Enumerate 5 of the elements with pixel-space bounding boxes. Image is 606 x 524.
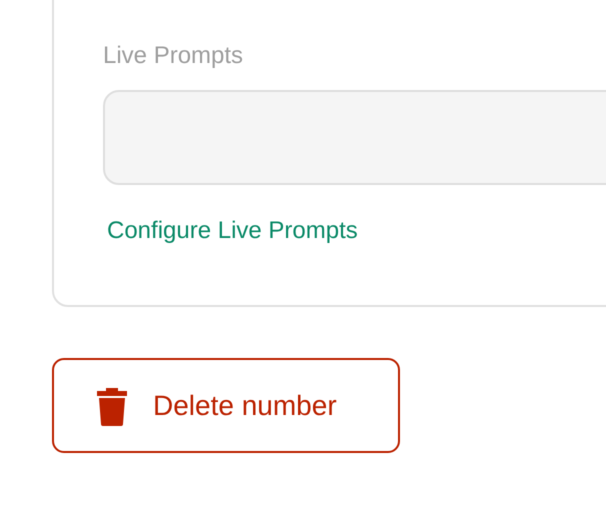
trash-icon	[96, 386, 128, 426]
field-label: Live Prompts	[103, 41, 244, 71]
live-prompts-field[interactable]	[103, 90, 606, 185]
delete-button[interactable]: Delete number	[52, 358, 400, 453]
configure-link[interactable]: Configure Live Prompts	[107, 217, 358, 244]
